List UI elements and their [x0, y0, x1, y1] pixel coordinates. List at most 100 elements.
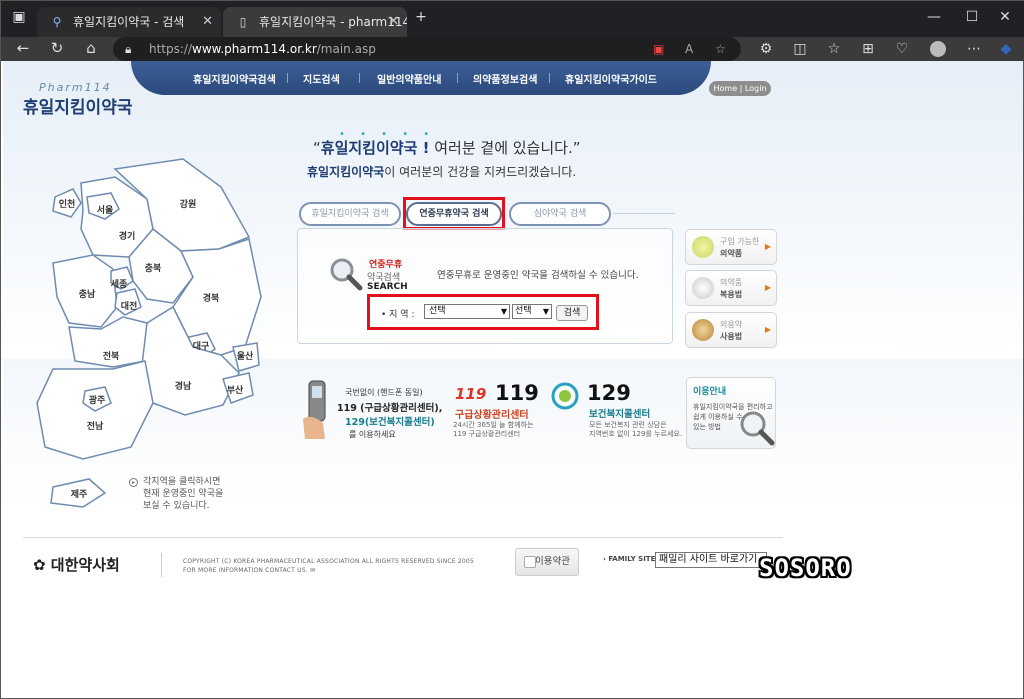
region-label-seoul[interactable]: 서울	[97, 204, 114, 216]
nav-pharmacy-search[interactable]: 휴일지킴이약국검색	[193, 71, 276, 86]
copyright-l2: FOR MORE INFORMATION CONTACT US. ✉	[183, 566, 474, 575]
region-label-gyeonggi[interactable]: 경기	[119, 230, 136, 242]
card-subtitle: 구입 가능한	[720, 237, 760, 246]
korea-map: 인천 서울 경기 강원 충북 충남 세종 대전 경북 대구 전북 울산 경남 부…	[36, 158, 262, 508]
collections-icon[interactable]: ⊞	[855, 37, 881, 61]
card-subtitle: 의약품	[720, 278, 743, 287]
region-label-incheon[interactable]: 인천	[59, 199, 76, 210]
chevron-down-icon: ▼	[542, 307, 549, 316]
footer-divider	[23, 537, 783, 538]
usage-guide-card[interactable]: 이용안내 휴일지킴이약국을 편리하고 쉽게 이용하실 수 있는 방법	[686, 377, 776, 449]
region-label-chungbuk[interactable]: 충북	[145, 262, 162, 274]
favorites-icon[interactable]: ☆	[821, 37, 847, 61]
popup-blocked-icon[interactable]: ▣	[653, 37, 664, 61]
nav-otc-info[interactable]: 일반의약품안내	[377, 71, 441, 86]
url-prefix: https://	[149, 42, 193, 56]
region-select[interactable]: 선택 ▼	[424, 304, 510, 319]
quote-close: ”	[572, 139, 581, 157]
back-icon[interactable]: ←	[9, 37, 37, 61]
slogan-brand: 휴일지킴이약국	[307, 165, 385, 179]
family-site-label: › FAMILY SITE	[603, 555, 656, 563]
new-tab-icon[interactable]: +	[407, 1, 435, 33]
tab-holiday-pharmacy[interactable]: 휴일지킴이약국 검색	[299, 202, 401, 226]
copyright-l1: COPYRIGHT (C) KOREA PHARMACEUTICAL ASSOC…	[183, 558, 474, 565]
page-icon: ▯	[239, 15, 247, 29]
tab-search[interactable]: ⚲ 휴일지킴이약국 - 검색 ✕	[37, 7, 221, 37]
favorite-star-icon[interactable]: ☆	[715, 37, 726, 61]
close-icon[interactable]: ✕	[202, 7, 213, 37]
map-hint: 각지역을 클릭하시면 현재 운영중인 약국을 보실 수 있습니다.	[143, 476, 223, 512]
card-dosage[interactable]: 의약품 복용법 ▶	[685, 270, 777, 306]
region-label-gangwon[interactable]: 강원	[180, 198, 197, 210]
nav-map-search[interactable]: 지도검색	[303, 71, 340, 86]
tab-actions-icon[interactable]: ▣	[1, 1, 37, 33]
health-icon[interactable]: ♡	[889, 37, 915, 61]
address-bar[interactable]: 🔒︎ https://www.pharm114.or.kr/main.asp ▣…	[113, 37, 741, 61]
tab-title: 휴일지킴이약국 - 검색	[73, 15, 185, 29]
slogan-line1: “휴일지킴이약국 ! 여러분 곁에 있습니다.”	[313, 137, 581, 158]
logo-119-icon: 119	[455, 385, 487, 403]
home-login-link[interactable]: Home | Login	[709, 81, 771, 96]
site-logo[interactable]: 휴일지킴이약국	[23, 93, 132, 118]
more-menu-icon[interactable]: ⋯	[961, 37, 987, 61]
nav-drug-info[interactable]: 의약품정보검색	[473, 71, 537, 86]
search-button[interactable]: 검색	[556, 305, 588, 321]
pill-icon	[692, 236, 714, 258]
home-icon[interactable]: ⌂	[77, 37, 105, 61]
family-site-value: 패밀리 사이트 바로가기	[659, 554, 758, 565]
association-logo[interactable]: ✿ 대한약사회	[33, 554, 120, 575]
phone-info-l4: 를 이용하세요	[349, 430, 396, 439]
close-icon[interactable]: ✕	[388, 7, 399, 37]
region-label-jeju[interactable]: 제주	[71, 488, 88, 500]
subregion-select[interactable]: 선택 ▼	[512, 304, 552, 319]
region-label-jeonnam[interactable]: 전남	[87, 420, 104, 432]
region-label-gwangju[interactable]: 광주	[89, 394, 106, 406]
document-icon	[524, 556, 536, 568]
extensions-icon[interactable]: ⚙	[753, 37, 779, 61]
map-hint-l2: 현재 운영중인 약국을	[143, 489, 224, 499]
refresh-icon[interactable]: ↻	[43, 37, 71, 61]
phone-info-l2: 119 (구급상황관리센터),	[337, 403, 443, 414]
tab-night-pharmacy[interactable]: 심야약국 검색	[509, 202, 611, 226]
region-label-sejong[interactable]: 세종	[111, 278, 128, 290]
family-site-select[interactable]: 패밀리 사이트 바로가기	[655, 552, 767, 568]
chevron-down-icon: ▼	[500, 307, 507, 316]
region-label-gyeongbuk[interactable]: 경북	[203, 292, 220, 304]
footer-separator	[161, 553, 162, 577]
region-label-daejeon[interactable]: 대전	[121, 300, 138, 312]
card-external-use[interactable]: 외용약 사용법 ▶	[685, 312, 777, 348]
region-label-gyeongnam[interactable]: 경남	[175, 380, 192, 392]
region-label-jeonbuk[interactable]: 전북	[103, 350, 120, 362]
terms-button[interactable]: 이용약관	[515, 548, 579, 576]
region-label-daegu[interactable]: 대구	[193, 340, 210, 352]
nav-divider	[287, 73, 288, 83]
card-title: 의약품	[720, 249, 743, 258]
subregion-select-value: 선택	[515, 306, 532, 316]
title-119: 구급상황관리센터	[455, 410, 529, 421]
phone-info-l1: 국번없이 (핸드폰 동일)	[345, 388, 423, 397]
browser-toolbar: ← ↻ ⌂ 🔒︎ https://www.pharm114.or.kr/main…	[1, 37, 1024, 61]
main-navigation: 휴일지킴이약국검색 지도검색 일반의약품안내 의약품정보검색 휴일지킴이약국가이…	[131, 61, 711, 95]
region-label-ulsan[interactable]: 울산	[237, 350, 254, 362]
web-page: Pharm114 휴일지킴이약국 휴일지킴이약국검색 지도검색 일반의약품안내 …	[3, 61, 1023, 698]
card-available-drugs[interactable]: 구입 가능한 의약품 ▶	[685, 229, 777, 265]
contact-link[interactable]: FOR MORE INFORMATION CONTACT US.	[183, 567, 308, 574]
arrow-right-icon: ▶	[764, 242, 771, 251]
lock-icon: 🔒︎	[125, 42, 132, 56]
profile-avatar[interactable]	[925, 37, 951, 61]
tab-pharm114[interactable]: ▯ 휴일지킴이약국 - pharm114 ✕	[223, 7, 407, 37]
split-screen-icon[interactable]: ◫	[787, 37, 813, 61]
read-aloud-icon[interactable]: A	[685, 37, 693, 61]
guide-title: 이용안내	[693, 387, 727, 397]
window-close-icon[interactable]: ✕	[985, 1, 1024, 33]
card-title: 사용법	[720, 332, 743, 341]
search-label-en: SEARCH	[367, 282, 408, 292]
arrow-right-icon: ▶	[764, 283, 771, 292]
phone-icon	[303, 380, 326, 439]
mail-icon: ✉	[309, 567, 316, 574]
nav-guide[interactable]: 휴일지킴이약국가이드	[565, 71, 657, 86]
quote-open: “	[313, 139, 321, 157]
region-label-chungnam[interactable]: 충남	[79, 288, 96, 300]
region-label-busan[interactable]: 부산	[227, 384, 244, 396]
copilot-icon[interactable]: ◆	[993, 37, 1019, 61]
